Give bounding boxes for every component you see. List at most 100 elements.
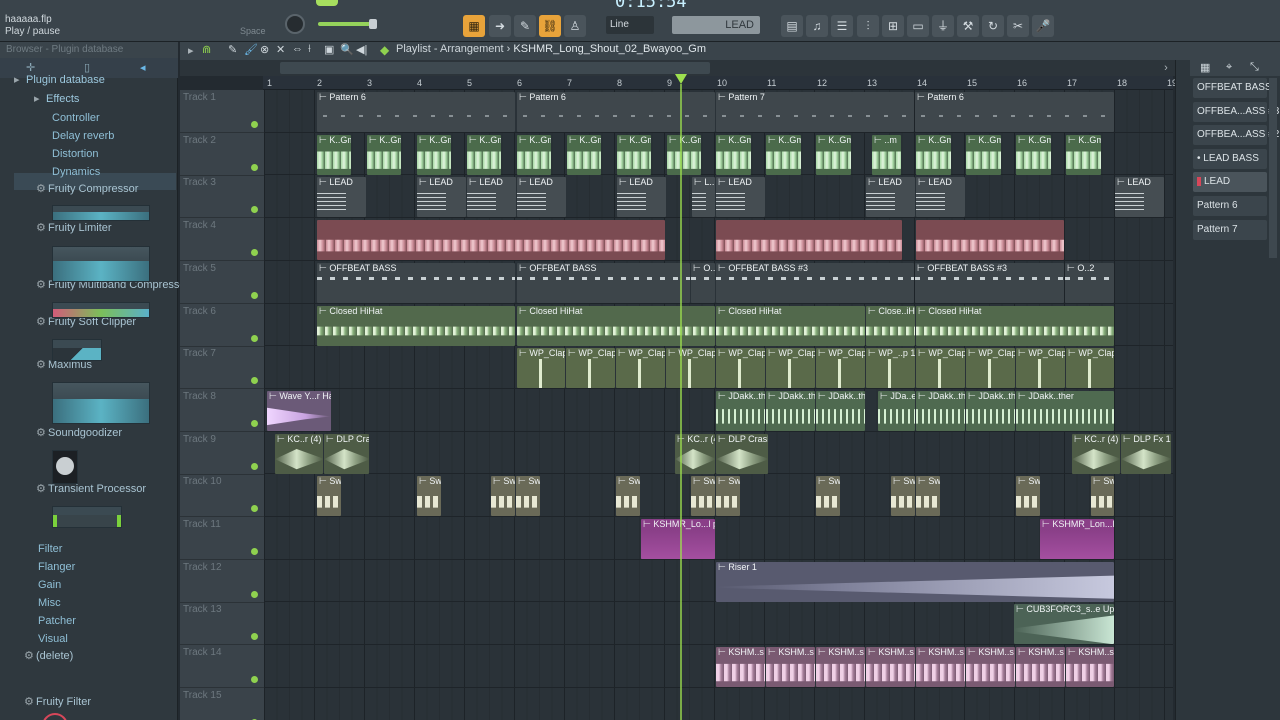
playlist-clip[interactable]: ⊢ OFFBEAT BASS #3: [716, 262, 914, 303]
track-header[interactable]: Track 11: [180, 517, 264, 560]
track-header[interactable]: Track 12: [180, 560, 264, 603]
playlist-clip[interactable]: ⊢ K..Gm: [517, 134, 551, 175]
playlist-clip[interactable]: [317, 220, 665, 261]
playlist-clip[interactable]: ⊢ JDakk..ther: [1016, 390, 1114, 431]
playlist-clip[interactable]: ⊢ LEAD: [417, 177, 466, 218]
snap-select[interactable]: Line: [606, 16, 654, 34]
playlist-clip[interactable]: ⊢ K..Gm: [766, 134, 801, 175]
playlist-clip[interactable]: ⊢ Closed HiHat: [916, 305, 1114, 346]
playlist-clip[interactable]: ⊢ Wave Y...r Hands: [267, 390, 331, 431]
track-mute-led[interactable]: [251, 291, 258, 299]
playlist-clip[interactable]: ⊢ Sw..: [616, 476, 640, 517]
picker-pin-icon[interactable]: ⌖: [1226, 61, 1232, 74]
select-tool-icon[interactable]: ▣: [324, 43, 334, 56]
playlist-clip[interactable]: ⊢ Sw..: [417, 476, 441, 517]
playlist-clip[interactable]: ⊢ WP_..p 1: [866, 348, 915, 389]
channel-rack-icon[interactable]: ☰: [831, 15, 853, 37]
zoom-tool-icon[interactable]: 🔍: [340, 43, 354, 56]
plug-icon[interactable]: ⏚: [932, 15, 954, 37]
playlist-clip[interactable]: ⊢ Sw..: [891, 476, 915, 517]
playlist-clip[interactable]: ⊢ OFFBEAT BASS: [517, 262, 690, 303]
piano-roll-icon[interactable]: ♫: [806, 15, 828, 37]
playlist-clip[interactable]: ⊢ DLP Fx 13: [1121, 433, 1171, 474]
main-volume-knob[interactable]: [285, 14, 305, 34]
playlist-clip[interactable]: ⊢ LEAD: [916, 177, 965, 218]
playlist-clip[interactable]: ⊢ K..Gm: [617, 134, 651, 175]
browser-item[interactable]: ⚙ (delete): [24, 648, 73, 665]
playlist-clip[interactable]: ⊢ KSHM..s 01: [816, 647, 865, 688]
browser-item[interactable]: Distortion: [52, 146, 98, 163]
playlist-clip[interactable]: ⊢ Closed HiHat: [317, 305, 515, 346]
playlist-clip[interactable]: ⊢ KC..r (4): [1072, 433, 1120, 474]
stamp-icon[interactable]: ♙: [564, 15, 586, 37]
track-header[interactable]: Track 6: [180, 304, 264, 347]
playlist-clip[interactable]: ⊢ DLP Crash 4: [716, 433, 768, 474]
overview-viewport[interactable]: [280, 62, 710, 74]
playlist-clip[interactable]: ⊢ K..Gm: [417, 134, 451, 175]
picker-item[interactable]: OFFBEA...ASS #2: [1193, 125, 1279, 146]
playlist-clip[interactable]: [916, 220, 1064, 261]
playlist-clip[interactable]: ⊢ WP_Clap 1: [666, 348, 715, 389]
playlist-clip[interactable]: ⊢ KSHM..s 01: [866, 647, 915, 688]
playlist-clip[interactable]: ⊢ JDakk..ther: [916, 390, 965, 431]
playlist-clip[interactable]: ⊢ ..m: [872, 134, 901, 175]
track-mute-led[interactable]: [251, 633, 258, 641]
playlist-clip[interactable]: ⊢ K..Gm: [816, 134, 851, 175]
playlist-clip[interactable]: ⊢ WP_Clap 1: [616, 348, 665, 389]
playback-tool-icon[interactable]: ◀|: [356, 43, 367, 56]
playlist-clip[interactable]: ⊢ JDakk..ther: [766, 390, 815, 431]
menu-arrow-icon[interactable]: ▸: [188, 44, 194, 57]
picker-item[interactable]: OFFBEA...ASS #3: [1193, 101, 1279, 122]
playlist-clip[interactable]: ⊢ WP_Clap 1: [1066, 348, 1114, 389]
picker-item[interactable]: LEAD: [1193, 172, 1267, 193]
playlist-clip[interactable]: ⊢ Sw..: [916, 476, 940, 517]
delete-icon[interactable]: ⊘: [42, 713, 68, 720]
picker-item[interactable]: OFFBEAT BASS: [1193, 78, 1272, 98]
delete-tool-icon[interactable]: ⊗: [260, 43, 269, 56]
cycle-icon[interactable]: ↻: [982, 15, 1004, 37]
track-mute-led[interactable]: [251, 334, 258, 342]
track-header[interactable]: Track 14: [180, 645, 264, 689]
playlist-clip[interactable]: ⊢ Sw..: [716, 476, 740, 517]
browser-item[interactable]: Filter: [38, 541, 62, 558]
browser-item[interactable]: Dynamics: [52, 164, 100, 181]
picker-resize-icon[interactable]: ⤡: [1250, 61, 1259, 74]
track-header[interactable]: Track 13: [180, 602, 264, 646]
track-header[interactable]: Track 4: [180, 218, 264, 262]
playlist-clip[interactable]: ⊢ OFFBEAT BASS: [317, 262, 515, 303]
playlist-clip[interactable]: ⊢ WP_Clap 1: [766, 348, 815, 389]
tools-icon[interactable]: ✂: [1007, 15, 1029, 37]
playlist-clip[interactable]: ⊢ KSHM..s 01: [966, 647, 1015, 688]
playlist-clip[interactable]: ⊢ JDa..er: [878, 390, 915, 431]
track-header[interactable]: Track 5: [180, 261, 264, 304]
playhead-marker[interactable]: [675, 74, 687, 84]
browser-icon[interactable]: ▭: [907, 15, 929, 37]
magnet-icon[interactable]: ⋒: [202, 43, 211, 56]
browser-item[interactable]: Patcher: [38, 613, 76, 630]
track-mute-led[interactable]: [251, 505, 258, 513]
playlist-clip[interactable]: ⊢ K..Gm: [317, 134, 351, 175]
playlist-clip[interactable]: ⊢ K..Gm: [567, 134, 601, 175]
playlist-clip[interactable]: ⊢ WP_Clap 1: [966, 348, 1015, 389]
playlist-clip[interactable]: ⊢ Pattern 6: [517, 92, 715, 132]
browser-item[interactable]: ⚙ Fruity Filter: [24, 694, 91, 711]
playlist-grid[interactable]: ⊢ Pattern 6 ⊢ Pattern 6 ⊢ Pattern 7 ⊢ Patte…: [264, 90, 1173, 720]
playlist-clip[interactable]: ⊢ Sw..: [1091, 476, 1114, 517]
playlist-clip[interactable]: ⊢ JDakk..ther: [966, 390, 1015, 431]
browser-item[interactable]: ▸ Effects: [34, 91, 79, 108]
playlist-clip[interactable]: ⊢ LEAD: [866, 177, 915, 218]
pointer-icon[interactable]: ◂: [140, 61, 146, 74]
track-mute-led[interactable]: [251, 548, 258, 555]
playlist-clip[interactable]: ⊢ Sw..: [691, 476, 715, 517]
slip-tool-icon[interactable]: ⇔: [292, 43, 303, 55]
track-header[interactable]: Track 1: [180, 90, 264, 133]
playlist-clip[interactable]: ⊢ Close..iHat: [866, 305, 915, 346]
playlist-clip[interactable]: ⊢ KSHM..s 01: [916, 647, 965, 688]
microphone-icon[interactable]: 🎤: [1032, 15, 1054, 37]
playlist-clip[interactable]: ⊢ WP_Clap 1: [517, 348, 565, 389]
playlist-clip[interactable]: ⊢ WP_Clap 1: [566, 348, 615, 389]
plugin-picker-icon[interactable]: ⊞: [882, 15, 904, 37]
playlist-clip[interactable]: ⊢ L..D: [692, 177, 715, 218]
playlist-clip[interactable]: ⊢ LEAD: [467, 177, 516, 218]
track-mute-led[interactable]: [251, 163, 258, 171]
